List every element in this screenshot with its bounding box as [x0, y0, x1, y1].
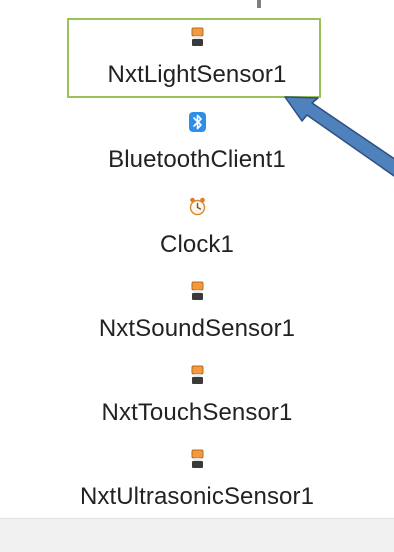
panel-footer-bar — [0, 518, 394, 552]
clock-icon — [188, 196, 207, 216]
bluetooth-icon — [188, 112, 207, 132]
component-tree-panel: NxtLightSensor1 BluetoothClient1 Clock1 … — [0, 0, 394, 552]
nxt-sensor-icon — [188, 281, 207, 301]
component-label[interactable]: NxtTouchSensor1 — [0, 399, 394, 427]
panel-edge-fragment — [257, 0, 261, 8]
component-label[interactable]: NxtUltrasonicSensor1 — [0, 483, 394, 511]
component-label[interactable]: NxtSoundSensor1 — [0, 315, 394, 343]
nxt-sensor-icon — [188, 27, 207, 47]
component-label[interactable]: NxtLightSensor1 — [0, 61, 394, 89]
component-label[interactable]: Clock1 — [0, 231, 394, 259]
component-label[interactable]: BluetoothClient1 — [0, 146, 394, 174]
nxt-sensor-icon — [188, 449, 207, 469]
nxt-sensor-icon — [188, 365, 207, 385]
